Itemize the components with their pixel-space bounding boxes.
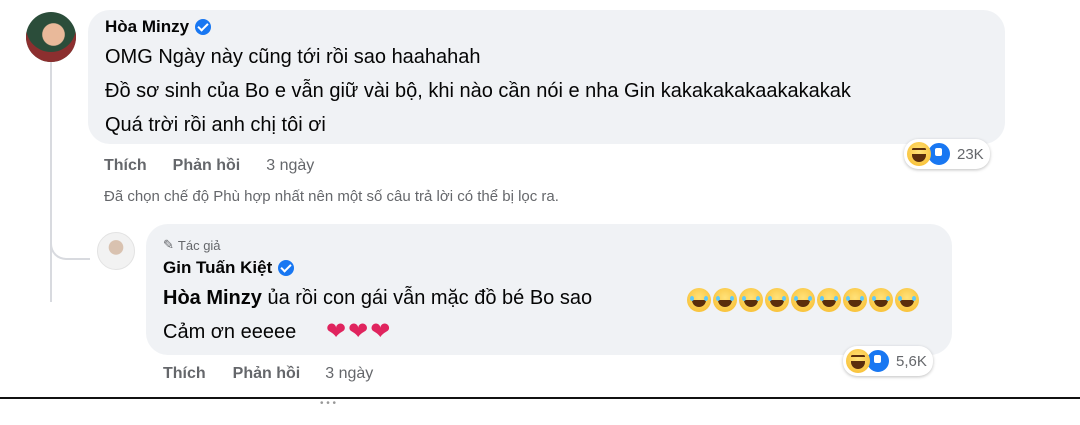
haha-reaction-icon [846, 349, 870, 373]
reply-text-line: Hòa Minzy ủa rồi con gái vẫn mặc đồ bé B… [163, 287, 592, 310]
laughing-emoji-icon [843, 288, 867, 312]
reaction-summary[interactable]: 5,6K [843, 346, 933, 376]
reply-text-line: Cảm ơn eeeee [163, 321, 297, 343]
reply-author-name[interactable]: Gin Tuấn Kiệt [163, 258, 272, 278]
thread-line [50, 62, 52, 302]
reply-timestamp[interactable]: 3 ngày [325, 365, 373, 383]
avatar[interactable] [97, 232, 135, 270]
comment-text-line: Quá trời rồi anh chị tôi ơi [105, 114, 326, 136]
reaction-count: 5,6K [896, 352, 927, 370]
laughing-emoji-icon [817, 288, 841, 312]
reply-text: ủa rồi con gái vẫn mặc đồ bé Bo sao [261, 287, 593, 309]
avatar[interactable] [26, 12, 76, 62]
verified-badge-icon [278, 260, 295, 276]
reply-button[interactable]: Phản hồi [233, 365, 301, 383]
laughing-emoji-icon [739, 288, 763, 312]
laughing-emoji-icon [687, 288, 711, 312]
reply-actions: Thích Phản hồi 3 ngày [163, 365, 373, 383]
divider [0, 397, 1080, 399]
heart-icon: ❤ [370, 318, 391, 345]
verified-badge-icon [195, 19, 212, 35]
haha-reaction-icon [907, 142, 931, 166]
reply-button[interactable]: Phản hồi [173, 157, 241, 175]
author-tag: ✎ Tác giả [163, 237, 221, 253]
heart-icon: ❤ [326, 318, 347, 345]
comment-author[interactable]: Hòa Minzy [105, 17, 212, 37]
laughing-emoji-icon [713, 288, 737, 312]
comment-actions: Thích Phản hồi 3 ngày [104, 157, 314, 175]
comment-timestamp[interactable]: 3 ngày [266, 157, 314, 175]
laughing-emoji-icon [791, 288, 815, 312]
thread-connector [50, 238, 90, 260]
author-tag-label: Tác giả [177, 237, 221, 253]
reaction-summary[interactable]: 23K [904, 139, 990, 169]
heart-icon: ❤ [348, 318, 369, 345]
like-button[interactable]: Thích [163, 365, 206, 383]
laughing-emoji-icon [765, 288, 789, 312]
ellipsis-icon: • • • [320, 398, 337, 409]
pencil-icon: ✎ [163, 237, 174, 252]
like-button[interactable]: Thích [104, 157, 147, 175]
laughing-emoji-row [687, 288, 919, 312]
reaction-count: 23K [957, 145, 984, 163]
filter-notice: Đã chọn chế độ Phù hợp nhất nên một số c… [104, 188, 559, 205]
comment-text-line: Đồ sơ sinh của Bo e vẫn giữ vài bộ, khi … [105, 80, 851, 102]
laughing-emoji-icon [895, 288, 919, 312]
reply-author[interactable]: Gin Tuấn Kiệt [163, 258, 295, 278]
comment-author-name[interactable]: Hòa Minzy [105, 17, 189, 37]
laughing-emoji-icon [869, 288, 893, 312]
comment-text-line: OMG Ngày này cũng tới rồi sao haahahah [105, 46, 481, 68]
heart-emoji-row: ❤ ❤ ❤ [326, 320, 390, 344]
mention-link[interactable]: Hòa Minzy [163, 287, 262, 309]
